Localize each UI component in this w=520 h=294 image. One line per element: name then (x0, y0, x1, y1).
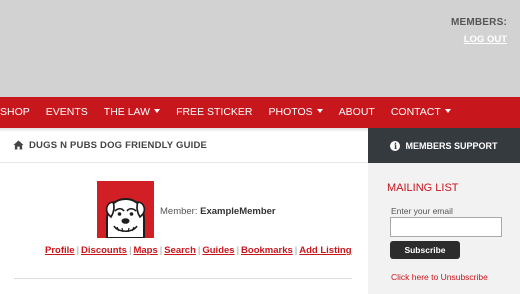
nav-item-label: SHOP (0, 106, 30, 118)
nav-item-label: FREE STICKER (176, 106, 253, 118)
members-support-label: MEMBERS SUPPORT (405, 140, 498, 151)
members-support-button[interactable]: i MEMBERS SUPPORT (368, 128, 520, 163)
nav-item-photos[interactable]: PHOTOS (261, 97, 331, 128)
nav-item-label: EVENTS (45, 106, 88, 118)
member-prefix: Member: (160, 206, 198, 217)
profile-link[interactable]: Profile (45, 245, 75, 256)
caret-down-icon (316, 109, 323, 114)
info-icon: i (390, 140, 401, 151)
avatar (97, 181, 154, 238)
top-header: MEMBERS: LOG OUT (0, 0, 520, 97)
nav-item-events[interactable]: EVENTS (38, 97, 96, 128)
nav-item-label: PHOTOS (268, 106, 313, 118)
main-nav: SHOP EVENTS THE LAW FREE STICKER PHOTOS … (0, 97, 520, 128)
members-label: MEMBERS: (450, 17, 507, 28)
home-icon (13, 140, 24, 150)
member-links: Profile | Discounts | Maps | Search | Guides | Boo… (45, 245, 352, 256)
mailing-list-title: MAILING LIST (387, 182, 459, 194)
content-divider (14, 278, 352, 279)
logout-link[interactable]: LOG OUT (464, 34, 507, 45)
breadcrumb: DUGS N PUBS DOG FRIENDLY GUIDE (0, 128, 368, 163)
nav-item-label: THE LAW (103, 106, 151, 118)
nav-item-about[interactable]: ABOUT (331, 97, 383, 128)
member-info: Member: ExampleMember (160, 206, 276, 217)
email-label: Enter your email (391, 206, 453, 216)
nav-item-shop[interactable]: SHOP (0, 97, 38, 128)
nav-item-label: CONTACT (390, 106, 441, 118)
dog-logo-icon (97, 181, 154, 238)
nav-item-label: ABOUT (338, 106, 375, 118)
caret-down-icon (154, 109, 161, 114)
bookmarks-link[interactable]: Bookmarks (241, 245, 293, 256)
member-name: ExampleMember (200, 206, 276, 217)
nav-item-contact[interactable]: CONTACT (383, 97, 459, 128)
discounts-link[interactable]: Discounts (81, 245, 127, 256)
email-input[interactable] (390, 217, 502, 237)
guides-link[interactable]: Guides (202, 245, 234, 256)
page-title: DUGS N PUBS DOG FRIENDLY GUIDE (29, 139, 208, 151)
nav-item-free-sticker[interactable]: FREE STICKER (168, 97, 260, 128)
add-listing-link[interactable]: Add Listing (299, 245, 351, 256)
maps-link[interactable]: Maps (133, 245, 157, 256)
nav-item-the-law[interactable]: THE LAW (96, 97, 168, 128)
caret-down-icon (444, 109, 451, 114)
mailing-list-panel: MAILING LIST Enter your email Subscribe … (368, 163, 520, 294)
search-link[interactable]: Search (164, 245, 196, 256)
unsubscribe-link[interactable]: Click here to Unsubscribe (391, 272, 488, 282)
subscribe-button[interactable]: Subscribe (390, 241, 460, 259)
